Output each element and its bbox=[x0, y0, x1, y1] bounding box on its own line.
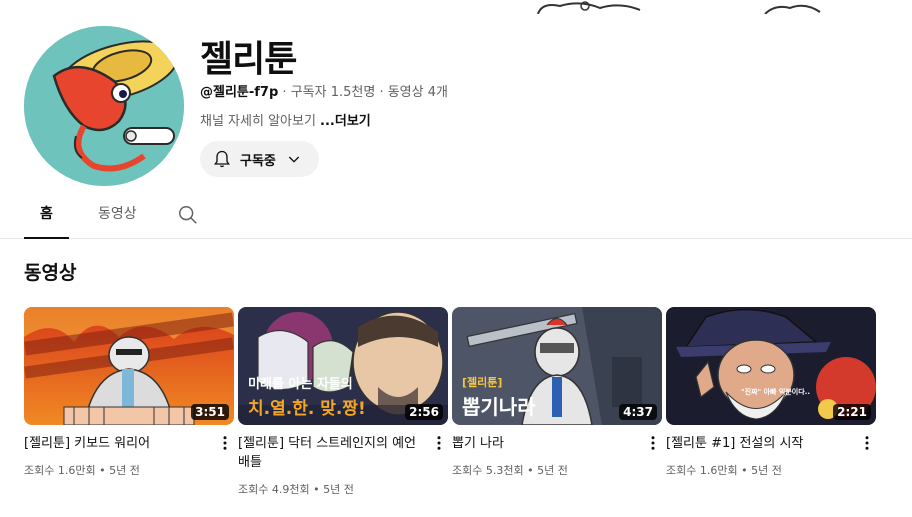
search-icon[interactable] bbox=[177, 204, 199, 226]
more-vert-icon[interactable] bbox=[858, 434, 876, 452]
video-title[interactable]: [젤리툰 #1] 전설의 시작 bbox=[666, 434, 876, 453]
video-meta: 조회수 4.9천회 • 5년 전 bbox=[238, 483, 354, 496]
tab-home[interactable]: 홈 bbox=[24, 190, 69, 239]
channel-avatar[interactable] bbox=[24, 26, 184, 186]
subscribed-label: 구독중 bbox=[240, 153, 276, 169]
duration-badge: 2:21 bbox=[833, 404, 871, 420]
video-count: 동영상 4개 bbox=[387, 85, 448, 100]
video-thumbnail[interactable]: 3:51 bbox=[24, 307, 234, 425]
video-thumbnail[interactable]: [젤리툰] 뽑기나라 4:37 bbox=[452, 307, 662, 425]
thumbnail-caption: 치.열.한. 맞.짱! bbox=[248, 399, 366, 419]
thumbnail-caption: 뽑기나라 bbox=[462, 395, 536, 419]
video-card[interactable]: "진짜" 아빠 익분이다.. 2:21 [젤리툰 #1] 전설의 시작 조회수 … bbox=[666, 307, 876, 478]
more-link[interactable]: ...더보기 bbox=[320, 114, 371, 129]
video-thumbnail[interactable]: 미래를 아는 자들의 치.열.한. 맞.짱! 2:56 bbox=[238, 307, 448, 425]
more-vert-icon[interactable] bbox=[430, 434, 448, 452]
video-title[interactable]: [젤리툰] 닥터 스트레인지의 예언 배틀 bbox=[238, 434, 448, 472]
channel-name: 젤리툰 bbox=[200, 39, 297, 80]
duration-badge: 2:56 bbox=[405, 404, 443, 420]
video-title[interactable]: [젤리툰] 키보드 워리어 bbox=[24, 434, 234, 453]
tab-videos[interactable]: 동영상 bbox=[98, 190, 137, 238]
section-title-videos: 동영상 bbox=[24, 262, 77, 284]
channel-meta: @젤리툰-f7p · 구독자 1.5천명 · 동영상 4개 bbox=[200, 85, 448, 100]
channel-handle: @젤리툰-f7p bbox=[200, 85, 279, 100]
banner-illustration bbox=[537, 1, 821, 14]
channel-description[interactable]: 채널 자세히 알아보기 ...더보기 bbox=[200, 110, 371, 129]
more-vert-icon[interactable] bbox=[216, 434, 234, 452]
video-card[interactable]: [젤리툰] 뽑기나라 4:37 뽑기 나라 조회수 5.3천회 • 5년 전 bbox=[452, 307, 662, 478]
video-meta: 조회수 1.6만회 • 5년 전 bbox=[666, 464, 782, 477]
duration-badge: 4:37 bbox=[619, 404, 657, 420]
thumbnail-caption: "진짜" 아빠 익분이다.. bbox=[741, 388, 811, 396]
video-meta: 조회수 5.3천회 • 5년 전 bbox=[452, 464, 568, 477]
video-card[interactable]: 미래를 아는 자들의 치.열.한. 맞.짱! 2:56 [젤리툰] 닥터 스트레… bbox=[238, 307, 448, 497]
thumbnail-tag: [젤리툰] bbox=[462, 376, 503, 389]
duration-badge: 3:51 bbox=[191, 404, 229, 420]
chevron-down-icon bbox=[288, 156, 300, 163]
video-title[interactable]: 뽑기 나라 bbox=[452, 434, 662, 453]
video-meta: 조회수 1.6만회 • 5년 전 bbox=[24, 464, 140, 477]
more-vert-icon[interactable] bbox=[644, 434, 662, 452]
subscribed-button[interactable]: 구독중 bbox=[200, 141, 319, 177]
channel-tabs: 홈 동영상 bbox=[0, 190, 912, 239]
video-thumbnail[interactable]: "진짜" 아빠 익분이다.. 2:21 bbox=[666, 307, 876, 425]
bell-icon bbox=[214, 150, 230, 168]
thumbnail-caption: 미래를 아는 자들의 bbox=[248, 377, 353, 392]
video-card[interactable]: 3:51 [젤리툰] 키보드 워리어 조회수 1.6만회 • 5년 전 bbox=[24, 307, 234, 478]
subscriber-count: 구독자 1.5천명 bbox=[290, 85, 376, 100]
